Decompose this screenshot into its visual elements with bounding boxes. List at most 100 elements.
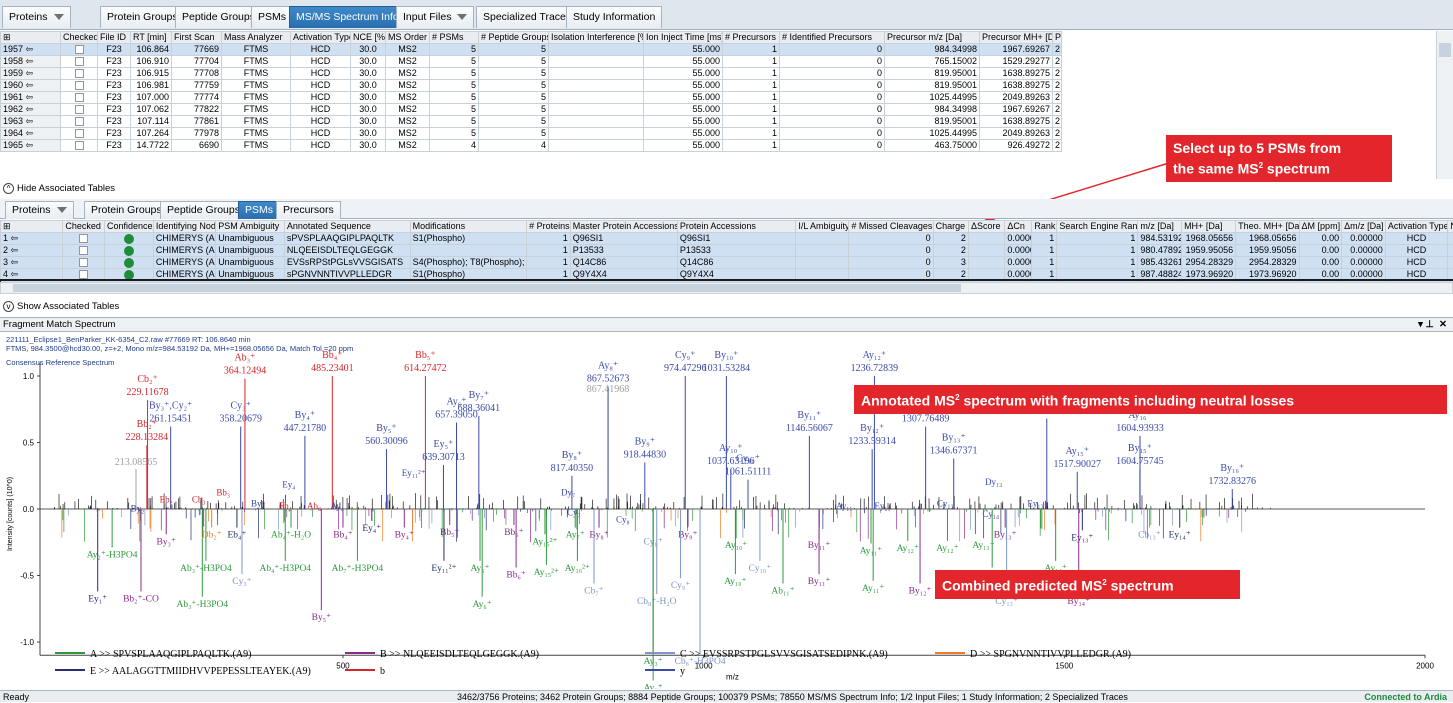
- table-cell: 30.0: [1448, 269, 1453, 281]
- table-cell: sPGNVNNTIVVPLLEDGR: [284, 269, 410, 281]
- row-checkbox[interactable]: [79, 270, 88, 279]
- peak-label: 364.12494: [224, 366, 267, 377]
- subtab-psms[interactable]: PSMs: [238, 201, 280, 219]
- expand-row-icon[interactable]: ⇦: [8, 245, 18, 255]
- column-header[interactable]: Search Engine Rank: [1057, 221, 1138, 233]
- predicted-peak-label: Eb₄⁺: [227, 531, 246, 541]
- column-header[interactable]: Master Protein Accessions: [570, 221, 677, 233]
- table-cell: 0.00000: [1342, 257, 1386, 269]
- expand-row-icon[interactable]: ⇦: [8, 257, 18, 267]
- column-header[interactable]: Δm/z [Da]: [1342, 221, 1386, 233]
- table-cell: [796, 233, 849, 245]
- status-bar: Ready 3462/3756 Proteins; 3462 Protein G…: [0, 690, 1453, 702]
- column-header[interactable]: # Missed Cleavages: [849, 221, 933, 233]
- column-header[interactable]: PSM Ambiguity: [216, 221, 285, 233]
- row-number: 3 ⇦: [1, 257, 63, 269]
- table-cell: 984.53192: [1138, 233, 1182, 245]
- horizontal-scrollbar[interactable]: [0, 282, 1453, 294]
- column-header[interactable]: NCE [%]: [1448, 221, 1453, 233]
- checked-cell[interactable]: [63, 233, 105, 245]
- expand-row-icon[interactable]: ⇦: [8, 269, 18, 279]
- column-header[interactable]: Theo. MH+ [Da]: [1236, 221, 1299, 233]
- table-cell: 2: [933, 245, 968, 257]
- column-header[interactable]: ΔCn: [1005, 221, 1032, 233]
- peak-label: 1031.53284: [703, 363, 751, 374]
- table-cell: 1959.95056: [1236, 245, 1299, 257]
- peak-label: 867.52673: [587, 374, 630, 385]
- peak-label: By₇⁺: [469, 390, 489, 401]
- column-header[interactable]: m/z [Da]: [1138, 221, 1182, 233]
- subtab-protein-groups[interactable]: Protein Groups: [84, 201, 169, 219]
- table-cell: NLQEEISDLTEQLGEGGK: [284, 245, 410, 257]
- peak-label: Ay₄: [331, 501, 344, 511]
- column-header[interactable]: Protein Accessions: [677, 221, 796, 233]
- legend-label: B >> NLQEEISDLTEQLGEGGK.(A9): [380, 649, 539, 660]
- predicted-peak-label: Cb₁₃⁺: [1138, 531, 1161, 541]
- peak-label: 560.30096: [365, 436, 408, 447]
- peak-label: 447.21780: [284, 423, 327, 434]
- hide-associated-tables[interactable]: ^Hide Associated Tables: [3, 183, 115, 195]
- expand-row-icon[interactable]: ⇦: [8, 233, 18, 243]
- subtab-proteins[interactable]: Proteins: [5, 201, 74, 219]
- table-row[interactable]: 4 ⇦CHIMERYS (A9)UnambiguoussPGNVNNTIVVPL…: [1, 269, 1453, 281]
- table-cell: HCD: [1385, 269, 1447, 281]
- table-cell: Unambiguous: [216, 257, 285, 269]
- peak-label: Cy₇: [567, 508, 581, 518]
- column-header[interactable]: I/L Ambiguity: [796, 221, 849, 233]
- table-cell: 1959.95056: [1182, 245, 1236, 257]
- row-checkbox[interactable]: [79, 258, 88, 267]
- table-cell: 1968.05656: [1236, 233, 1299, 245]
- column-header[interactable]: MH+ [Da]: [1182, 221, 1236, 233]
- predicted-peak-label: Ey₁₄⁺: [1169, 531, 1191, 541]
- confidence-high-icon: [124, 246, 134, 256]
- table-row[interactable]: 2 ⇦CHIMERYS (A9)UnambiguousNLQEEISDLTEQL…: [1, 245, 1453, 257]
- filter-icon[interactable]: [57, 207, 67, 213]
- scroll-thumb[interactable]: [13, 284, 961, 292]
- peak-label: Cy₁₀⁺: [736, 454, 760, 465]
- column-header[interactable]: ΔM [ppm]: [1299, 221, 1342, 233]
- subtab-precursors[interactable]: Precursors: [276, 201, 341, 219]
- predicted-peak-label: By₁₂⁺: [909, 586, 932, 596]
- column-header[interactable]: Identifying Node: [153, 221, 215, 233]
- table-cell: 1: [1032, 233, 1057, 245]
- column-header[interactable]: Charge: [933, 221, 968, 233]
- y-tick-label: -0.5: [20, 572, 34, 581]
- predicted-peak-label: Ab₃⁺-H3PO4: [180, 564, 232, 574]
- checked-cell[interactable]: [63, 269, 105, 281]
- column-header[interactable]: Activation Type: [1385, 221, 1447, 233]
- callout-text: spectrum: [1107, 578, 1174, 594]
- column-header[interactable]: Checked: [63, 221, 105, 233]
- legend-label: A >> SPVSPLAAQGIPLPAQLTK.(A9): [90, 649, 251, 660]
- confidence-high-icon: [124, 234, 134, 244]
- table-cell: Q14C86: [677, 257, 796, 269]
- table-row[interactable]: 3 ⇦CHIMERYS (A9)UnambiguousEVSsRPStPGLsV…: [1, 257, 1453, 269]
- grid-settings-icon[interactable]: ⊞: [1, 221, 63, 233]
- table-cell: 1: [1057, 257, 1138, 269]
- tab-label: Proteins: [12, 204, 51, 216]
- column-header[interactable]: Annotated Sequence: [284, 221, 410, 233]
- close-icon[interactable]: ✕: [1439, 319, 1447, 330]
- checked-cell[interactable]: [63, 257, 105, 269]
- show-associated-tables[interactable]: vShow Associated Tables: [3, 301, 119, 313]
- predicted-peak-label: By₁₁⁺: [808, 577, 831, 587]
- column-header[interactable]: ΔScore: [968, 221, 1004, 233]
- row-checkbox[interactable]: [79, 234, 88, 243]
- x-tick-label: 2000: [1416, 661, 1434, 670]
- column-header[interactable]: Modifications: [410, 221, 526, 233]
- table-cell: P13533: [677, 245, 796, 257]
- subtab-peptide-groups[interactable]: Peptide Groups: [160, 201, 247, 219]
- peak-label: By₉⁺: [635, 436, 655, 447]
- checked-cell[interactable]: [63, 245, 105, 257]
- column-header[interactable]: # Proteins: [527, 221, 571, 233]
- table-cell: [968, 233, 1004, 245]
- table-cell: 1: [1057, 245, 1138, 257]
- peak-label: Cb₂⁺: [137, 374, 157, 385]
- row-checkbox[interactable]: [79, 246, 88, 255]
- associated-tab-bar: Proteins Protein Groups Peptide Groups P…: [0, 199, 1453, 219]
- pin-icon[interactable]: ▾ ⊥: [1418, 319, 1434, 330]
- table-row[interactable]: 1 ⇦CHIMERYS (A9)UnambiguoussPVSPLAAQGIPL…: [1, 233, 1453, 245]
- peak-label: 974.47296: [664, 363, 707, 374]
- legend-label: y: [680, 666, 685, 677]
- column-header[interactable]: Rank: [1032, 221, 1057, 233]
- column-header[interactable]: Confidence: [104, 221, 153, 233]
